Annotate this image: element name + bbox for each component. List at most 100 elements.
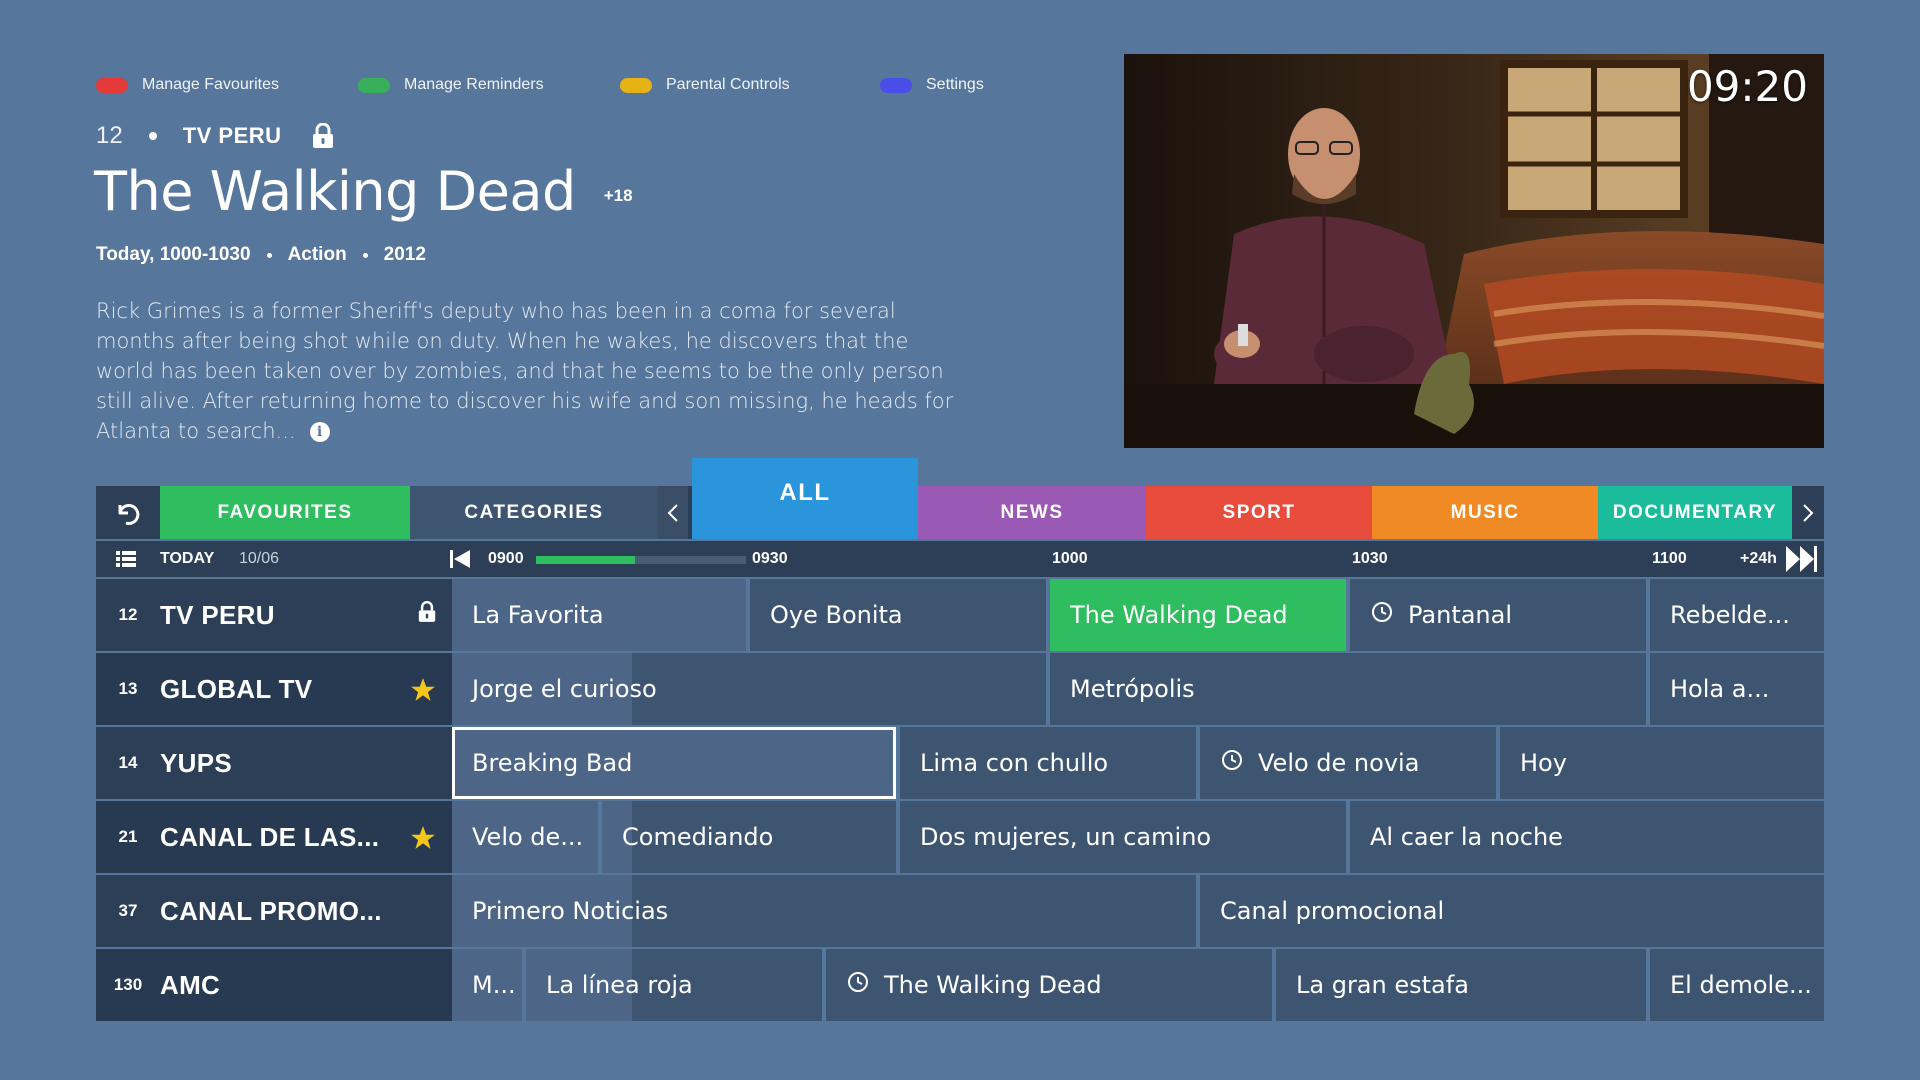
favourite-star-icon <box>410 677 436 708</box>
channel-number: 14 <box>118 753 138 772</box>
tab-music[interactable]: MUSIC <box>1372 486 1598 539</box>
favourite-star-icon <box>410 825 436 856</box>
program-cell-reminder[interactable]: The Walking Dead <box>826 949 1272 1021</box>
channel-cell[interactable]: 14 YUPS <box>96 727 452 799</box>
tab-favourites[interactable]: FAVOURITES <box>160 486 410 539</box>
program-cell-reminder[interactable]: Pantanal <box>1350 579 1646 651</box>
program-cell[interactable]: Oye Bonita <box>750 579 1046 651</box>
channel-cell[interactable]: 21 CANAL DE LAS... <box>96 801 452 873</box>
guide-list-button[interactable] <box>116 541 136 577</box>
channel-number: 21 <box>118 827 138 846</box>
skip-back-icon <box>450 550 470 568</box>
channel-number: 37 <box>118 901 138 920</box>
legend-label: Parental Controls <box>666 76 790 93</box>
program-cell[interactable]: Dos mujeres, un camino <box>900 801 1346 873</box>
channel-cell[interactable]: 12 TV PERU <box>96 579 452 651</box>
program-cell[interactable]: Hola a... <box>1650 653 1824 725</box>
program-cell[interactable]: El demole... <box>1650 949 1824 1021</box>
time-tick-0900: 0900 <box>488 550 524 567</box>
tab-news[interactable]: NEWS <box>918 486 1146 539</box>
blue-key-icon <box>880 77 912 93</box>
separator-dot <box>266 252 272 258</box>
channel-name: GLOBAL TV <box>160 673 313 704</box>
chevron-right-icon <box>1803 503 1814 522</box>
legend-label: Manage Reminders <box>404 76 544 93</box>
program-cell[interactable]: M... <box>452 949 522 1021</box>
tab-all[interactable]: ALL <box>692 458 918 539</box>
live-video-preview[interactable]: 09:20 <box>1124 54 1824 448</box>
program-cell[interactable]: Velo de... <box>452 801 598 873</box>
program-cell-now-playing[interactable]: The Walking Dead <box>1050 579 1346 651</box>
day-label: TODAY <box>160 550 215 567</box>
channel-cell[interactable]: 37 CANAL PROMO... <box>96 875 452 947</box>
current-channel-line: 12 TV PERU <box>96 120 334 152</box>
time-tick-1100: 1100 <box>1652 550 1687 567</box>
program-title: Pantanal <box>1408 601 1513 629</box>
info-icon[interactable]: i <box>309 422 330 442</box>
timeline-bar: TODAY 10/06 0900 0930 1000 1030 1100 +24… <box>96 541 1824 577</box>
program-genre: Action <box>287 244 347 265</box>
channel-number: 13 <box>118 679 138 698</box>
program-cell-focused[interactable]: Breaking Bad <box>452 727 896 799</box>
green-key-icon <box>358 77 390 93</box>
epg-grid: 12 TV PERU La Favorita Oye Bonita The Wa… <box>96 579 1824 1023</box>
program-cell[interactable]: La línea roja <box>526 949 822 1021</box>
program-cell-reminder[interactable]: Velo de novia <box>1200 727 1496 799</box>
separator-dot <box>148 132 157 140</box>
legend-manage-favourites[interactable]: Manage Favourites <box>96 76 279 94</box>
program-title-row: The Walking Dead +18 <box>94 160 633 223</box>
video-frame-image <box>1124 54 1824 448</box>
legend-parental-controls[interactable]: Parental Controls <box>620 76 790 94</box>
tab-categories[interactable]: CATEGORIES <box>410 486 658 539</box>
legend-label: Settings <box>926 76 984 93</box>
tab-documentary[interactable]: DOCUMENTARY <box>1598 486 1792 539</box>
list-icon <box>116 551 136 567</box>
program-title: The Walking Dead <box>94 160 576 223</box>
separator-dot <box>362 252 368 258</box>
skip-back-button[interactable] <box>450 541 470 577</box>
program-title: The Walking Dead <box>884 971 1102 999</box>
skip-forward-button[interactable] <box>1786 541 1818 577</box>
program-description-text: Rick Grimes is a former Sheriff's deputy… <box>96 299 954 443</box>
program-cell[interactable]: Comediando <box>602 801 896 873</box>
plus-24h-label: +24h <box>1740 550 1777 567</box>
channel-row: 12 TV PERU La Favorita Oye Bonita The Wa… <box>96 579 1824 653</box>
time-tick-1000: 1000 <box>1052 550 1088 567</box>
channel-cell[interactable]: 130 AMC <box>96 949 452 1021</box>
program-time: Today, 1000-1030 <box>96 244 251 265</box>
legend-manage-reminders[interactable]: Manage Reminders <box>358 76 544 94</box>
program-cell[interactable]: Jorge el curioso <box>452 653 1046 725</box>
legend-settings[interactable]: Settings <box>880 76 984 94</box>
reminder-clock-icon <box>1220 748 1244 778</box>
time-tick-1030: 1030 <box>1352 550 1388 567</box>
program-cell[interactable]: La gran estafa <box>1276 949 1646 1021</box>
channel-row: 14 YUPS Breaking Bad Lima con chullo Vel… <box>96 727 1824 801</box>
program-cell[interactable]: Rebelde... <box>1650 579 1824 651</box>
program-cell[interactable]: Metrópolis <box>1050 653 1646 725</box>
program-cell[interactable]: La Favorita <box>452 579 746 651</box>
program-cell[interactable]: Lima con chullo <box>900 727 1196 799</box>
tabs-scroll-right-button[interactable] <box>1792 486 1824 539</box>
lock-icon <box>418 601 436 628</box>
lock-icon <box>312 122 334 149</box>
program-cell[interactable]: Canal promocional <box>1200 875 1824 947</box>
back-arrow-icon <box>118 503 140 525</box>
channel-name: TV PERU <box>160 599 275 630</box>
reminder-clock-icon <box>1370 600 1394 630</box>
tab-sport[interactable]: SPORT <box>1146 486 1372 539</box>
channel-row: 13 GLOBAL TV Jorge el curioso Metrópolis… <box>96 653 1824 727</box>
time-tick-0930: 0930 <box>752 550 788 567</box>
back-button[interactable] <box>96 486 160 539</box>
channel-name: AMC <box>160 969 221 1000</box>
program-cell[interactable]: Al caer la noche <box>1350 801 1824 873</box>
channel-cell[interactable]: 13 GLOBAL TV <box>96 653 452 725</box>
clock-display: 09:20 <box>1686 62 1808 111</box>
fast-forward-icon <box>1786 546 1817 572</box>
channel-row: 21 CANAL DE LAS... Velo de... Comediando… <box>96 801 1824 875</box>
program-cell[interactable]: Primero Noticias <box>452 875 1196 947</box>
tabs-scroll-left-button[interactable] <box>658 486 688 539</box>
current-channel-name: TV PERU <box>182 123 282 148</box>
red-key-icon <box>96 77 128 93</box>
current-channel-number: 12 <box>96 122 123 149</box>
program-cell[interactable]: Hoy <box>1500 727 1824 799</box>
